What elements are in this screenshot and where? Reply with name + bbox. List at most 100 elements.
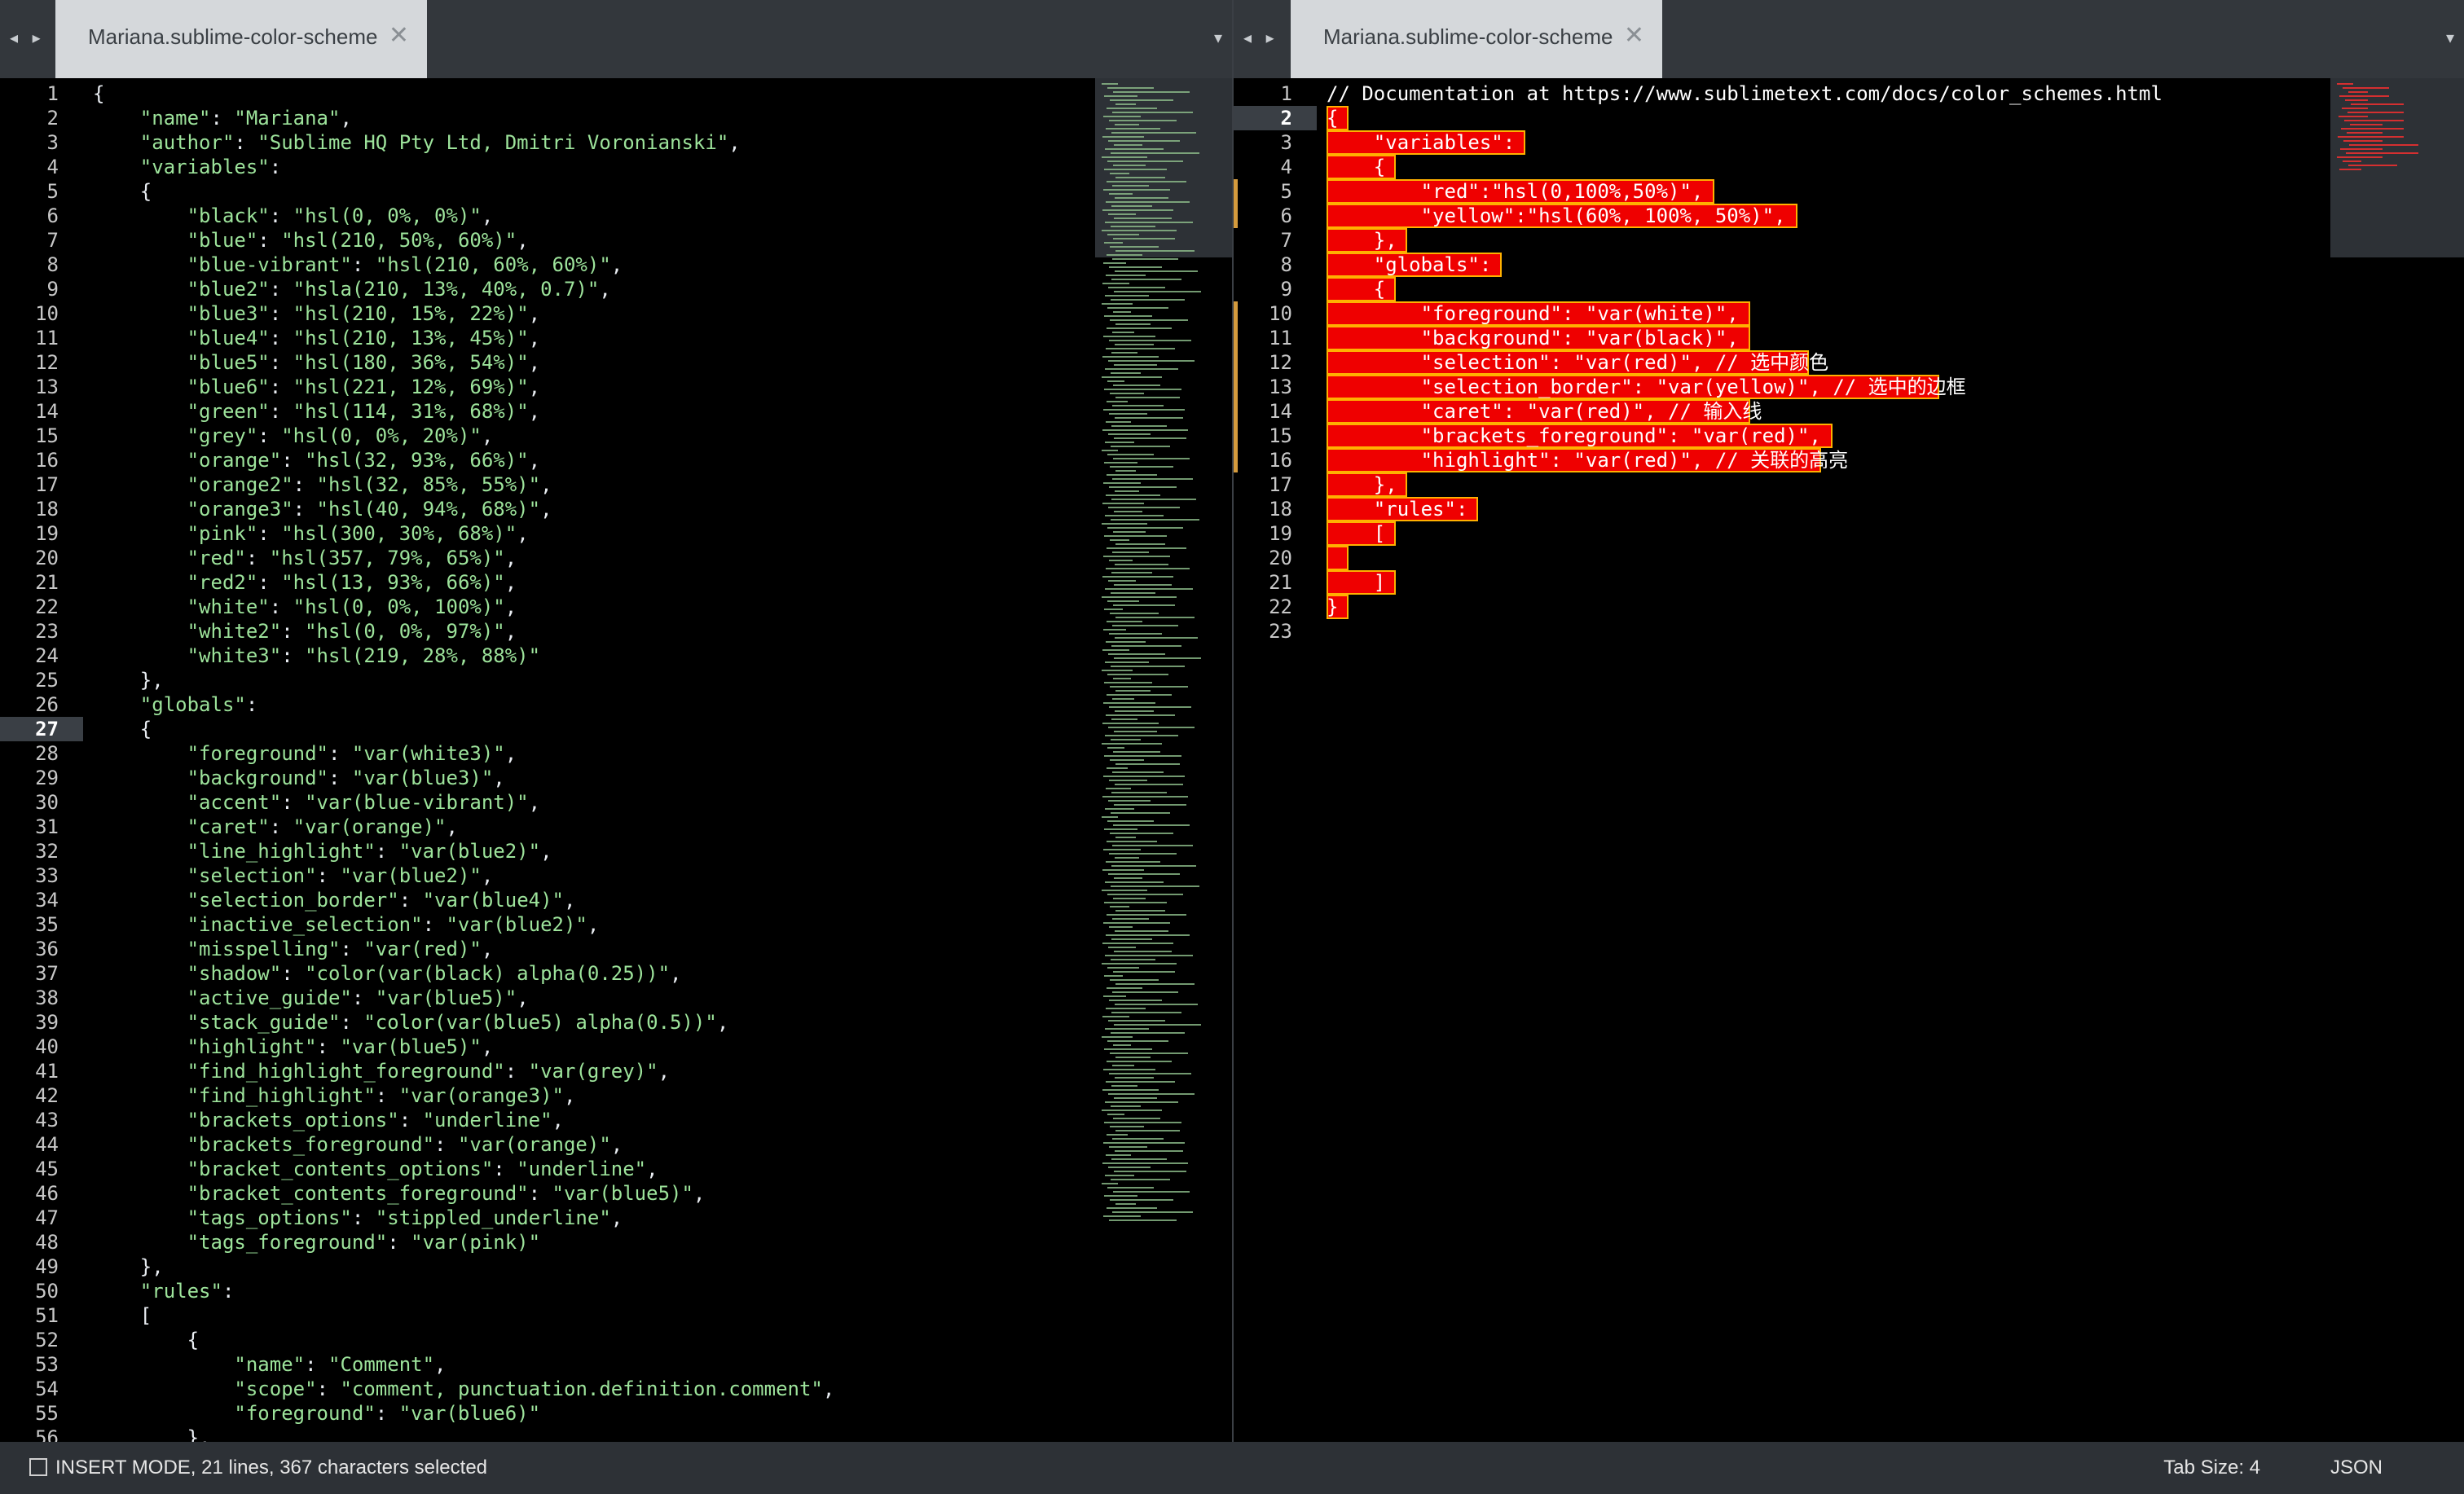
code-line[interactable]: 41 "find_highlight_foreground": "var(gre… [0,1059,1232,1083]
code-line[interactable]: 16 "highlight": "var(red)", // 关联的高亮 [1234,448,2464,472]
code-line[interactable]: 50 "rules": [0,1279,1232,1303]
code-line[interactable]: 1{ [0,81,1232,106]
code-line[interactable]: 26 "globals": [0,692,1232,717]
code-line[interactable]: 39 "stack_guide": "color(var(blue5) alph… [0,1010,1232,1035]
code-line[interactable]: 52 { [0,1328,1232,1352]
right-minimap[interactable] [2330,78,2464,1259]
code-line[interactable]: 23 [1234,619,2464,644]
tab-scroll-arrows-icon[interactable]: ◂ ▸ [10,28,46,48]
code-line[interactable]: 10 "foreground": "var(white)", [1234,301,2464,326]
code-line[interactable]: 51 [ [0,1303,1232,1328]
code-line[interactable]: 10 "blue3": "hsl(210, 15%, 22%)", [0,301,1232,326]
code-line[interactable]: 47 "tags_options": "stippled_underline", [0,1206,1232,1230]
code-line[interactable]: 8 "blue-vibrant": "hsl(210, 60%, 60%)", [0,253,1232,277]
code-line[interactable]: 17 }, [1234,472,2464,497]
code-line[interactable]: 22 "white": "hsl(0, 0%, 100%)", [0,595,1232,619]
code-line[interactable]: 34 "selection_border": "var(blue4)", [0,888,1232,912]
code-line[interactable]: 15 "grey": "hsl(0, 0%, 20%)", [0,424,1232,448]
tab-mariana-right[interactable]: Mariana.sublime-color-scheme ✕ [1291,0,1662,78]
code-line[interactable]: 4 "variables": [0,155,1232,179]
code-line[interactable]: 3 "author": "Sublime HQ Pty Ltd, Dmitri … [0,130,1232,155]
code-line[interactable]: 27 { [0,717,1232,741]
code-line[interactable]: 43 "brackets_options": "underline", [0,1108,1232,1132]
code-line[interactable]: 9 { [1234,277,2464,301]
tab-mariana-left[interactable]: Mariana.sublime-color-scheme ✕ [55,0,427,78]
code-line[interactable]: 33 "selection": "var(blue2)", [0,863,1232,888]
code-line[interactable]: 19 "pink": "hsl(300, 30%, 68%)", [0,521,1232,546]
minimap-line [1115,417,1183,419]
code-line[interactable]: 12 "blue5": "hsl(180, 36%, 54%)", [0,350,1232,375]
panel-toggle-icon[interactable] [29,1458,47,1476]
right-editor-pane[interactable]: ◂ ▸ Mariana.sublime-color-scheme ✕ ▾ 1 //… [1234,0,2464,1442]
tab-scroll-arrows-icon[interactable]: ◂ ▸ [1243,28,1279,48]
code-line[interactable]: 22} [1234,595,2464,619]
code-line[interactable]: 7 }, [1234,228,2464,253]
code-line[interactable]: 4 { [1234,155,2464,179]
code-line[interactable]: 11 "background": "var(black)", [1234,326,2464,350]
code-line[interactable]: 18 "rules": [1234,497,2464,521]
code-line[interactable]: 29 "background": "var(blue3)", [0,766,1232,790]
code-line[interactable]: 15 "brackets_foreground": "var(red)", [1234,424,2464,448]
code-line[interactable]: 19 [ [1234,521,2464,546]
close-icon[interactable]: ✕ [1624,21,1644,50]
code-line[interactable]: 16 "orange": "hsl(32, 93%, 66%)", [0,448,1232,472]
code-line[interactable]: 37 "shadow": "color(var(black) alpha(0.2… [0,961,1232,986]
close-icon[interactable]: ✕ [389,21,409,50]
code-line[interactable]: 36 "misspelling": "var(red)", [0,937,1232,961]
code-line[interactable]: 38 "active_guide": "var(blue5)", [0,986,1232,1010]
code-line[interactable]: 21 ] [1234,570,2464,595]
code-line[interactable]: 7 "blue": "hsl(210, 50%, 60%)", [0,228,1232,253]
code-line[interactable]: 14 "green": "hsl(114, 31%, 68%)", [0,399,1232,424]
tab-size-indicator[interactable]: Tab Size: 4 [2163,1457,2260,1479]
code-line[interactable]: 8 "globals": [1234,253,2464,277]
code-line[interactable]: 24 "white3": "hsl(219, 28%, 88%)" [0,644,1232,668]
code-line[interactable]: 2 "name": "Mariana", [0,106,1232,130]
code-line[interactable]: 1 // Documentation at https://www.sublime… [1234,81,2464,106]
minimap-viewport[interactable] [2330,78,2464,257]
code-line[interactable]: 12 "selection": "var(red)", // 选中颜色 [1234,350,2464,375]
code-line[interactable]: 56 }, [0,1426,1232,1442]
code-line[interactable]: 6 "black": "hsl(0, 0%, 0%)", [0,204,1232,228]
code-line[interactable]: 53 "name": "Comment", [0,1352,1232,1377]
syntax-indicator[interactable]: JSON [2330,1457,2383,1479]
code-line[interactable]: 28 "foreground": "var(white3)", [0,741,1232,766]
code-line[interactable]: 31 "caret": "var(orange)", [0,815,1232,839]
left-minimap[interactable] [1095,78,1232,1259]
code-line[interactable]: 18 "orange3": "hsl(40, 94%, 68%)", [0,497,1232,521]
code-line[interactable]: 35 "inactive_selection": "var(blue2)", [0,912,1232,937]
code-line[interactable]: 48 "tags_foreground": "var(pink)" [0,1230,1232,1255]
code-line[interactable]: 21 "red2": "hsl(13, 93%, 66%)", [0,570,1232,595]
code-line[interactable]: 25 }, [0,668,1232,692]
code-line[interactable]: 11 "blue4": "hsl(210, 13%, 45%)", [0,326,1232,350]
code-line[interactable]: 44 "brackets_foreground": "var(orange)", [0,1132,1232,1157]
code-line[interactable]: 40 "highlight": "var(blue5)", [0,1035,1232,1059]
code-line[interactable]: 9 "blue2": "hsla(210, 13%, 40%, 0.7)", [0,277,1232,301]
code-line[interactable]: 55 "foreground": "var(blue6)" [0,1401,1232,1426]
chevron-down-icon[interactable]: ▾ [1214,28,1222,48]
code-line[interactable]: 5 { [0,179,1232,204]
code-line[interactable]: 3 "variables": [1234,130,2464,155]
code-line[interactable]: 2{ [1234,106,2464,130]
code-line[interactable]: 20 [1234,546,2464,570]
code-text: }, [93,1426,211,1442]
chevron-down-icon[interactable]: ▾ [2446,28,2454,48]
code-line[interactable]: 54 "scope": "comment, punctuation.defini… [0,1377,1232,1401]
code-line[interactable]: 46 "bracket_contents_foreground": "var(b… [0,1181,1232,1206]
code-line[interactable]: 20 "red": "hsl(357, 79%, 65%)", [0,546,1232,570]
code-line[interactable]: 17 "orange2": "hsl(32, 85%, 55%)", [0,472,1232,497]
minimap-line [1115,197,1168,199]
code-line[interactable]: 45 "bracket_contents_options": "underlin… [0,1157,1232,1181]
code-line[interactable]: 13 "selection_border": "var(yellow)", //… [1234,375,2464,399]
right-code-area[interactable]: 1 // Documentation at https://www.sublime… [1234,78,2464,1442]
code-line[interactable]: 30 "accent": "var(blue-vibrant)", [0,790,1232,815]
code-line[interactable]: 49 }, [0,1255,1232,1279]
left-editor-pane[interactable]: ◂ ▸ Mariana.sublime-color-scheme ✕ ▾ 1{2… [0,0,1232,1442]
code-line[interactable]: 6 "yellow":"hsl(60%, 100%, 50%)", [1234,204,2464,228]
code-line[interactable]: 32 "line_highlight": "var(blue2)", [0,839,1232,863]
code-line[interactable]: 14 "caret": "var(red)", // 输入线 [1234,399,2464,424]
code-line[interactable]: 5 "red":"hsl(0,100%,50%)", [1234,179,2464,204]
code-line[interactable]: 13 "blue6": "hsl(221, 12%, 69%)", [0,375,1232,399]
code-line[interactable]: 23 "white2": "hsl(0, 0%, 97%)", [0,619,1232,644]
left-code-area[interactable]: 1{2 "name": "Mariana", 3 "author": "Subli… [0,78,1232,1442]
code-line[interactable]: 42 "find_highlight": "var(orange3)", [0,1083,1232,1108]
